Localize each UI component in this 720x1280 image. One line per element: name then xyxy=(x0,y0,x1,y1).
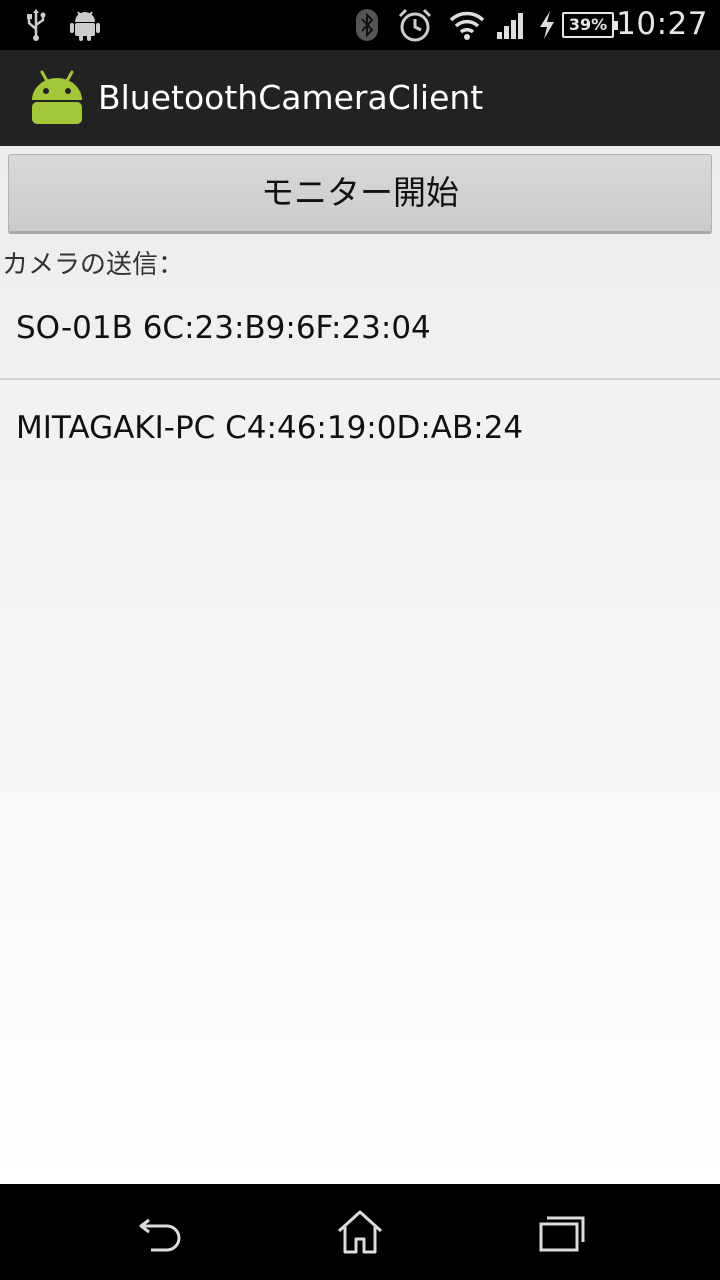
alarm-icon xyxy=(396,8,434,42)
status-time: 10:27 xyxy=(616,6,708,42)
bluetooth-icon xyxy=(352,8,382,42)
battery-percent: 39% xyxy=(568,15,608,34)
status-bar: 39% 10:27 xyxy=(0,0,720,50)
device-list-item[interactable]: MITAGAKI-PC C4:46:19:0D:AB:24 xyxy=(0,378,720,476)
main-content: モニター開始 カメラの送信： SO-01B 6C:23:B9:6F:23:04 … xyxy=(0,146,720,1184)
recent-apps-icon[interactable] xyxy=(532,1208,588,1256)
camera-label: カメラの送信： xyxy=(2,250,185,280)
navigation-bar xyxy=(0,1184,720,1280)
back-icon[interactable] xyxy=(132,1208,188,1256)
device-list-item[interactable]: SO-01B 6C:23:B9:6F:23:04 xyxy=(0,280,720,378)
wifi-icon xyxy=(448,8,486,42)
home-icon[interactable] xyxy=(332,1208,388,1256)
usb-icon xyxy=(22,8,50,42)
android-app-icon[interactable] xyxy=(28,70,86,128)
app-title: BluetoothCameraClient xyxy=(98,78,484,117)
start-monitor-button[interactable]: モニター開始 xyxy=(8,154,712,234)
battery-icon: 39% xyxy=(562,12,618,38)
signal-icon xyxy=(494,8,530,42)
android-debug-icon xyxy=(68,8,102,42)
action-bar: BluetoothCameraClient xyxy=(0,50,720,146)
charging-icon xyxy=(536,8,558,42)
device-list: SO-01B 6C:23:B9:6F:23:04 MITAGAKI-PC C4:… xyxy=(0,280,720,476)
